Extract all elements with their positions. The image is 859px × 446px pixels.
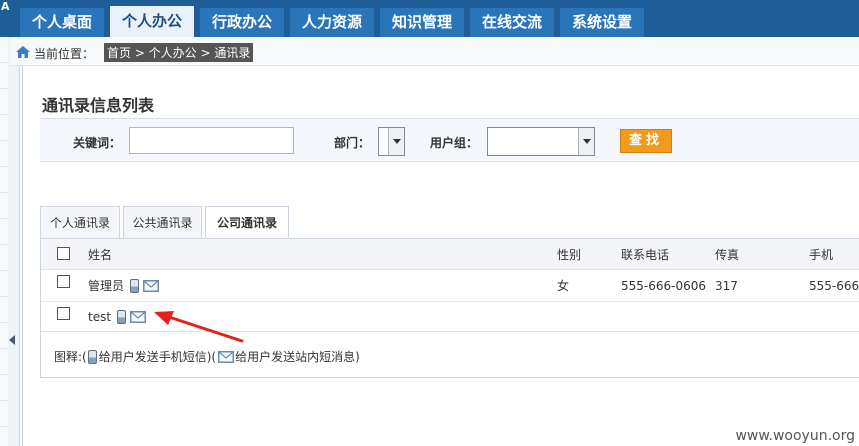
header-fax: 传真 xyxy=(715,247,740,262)
home-icon[interactable] xyxy=(16,46,30,58)
watermark: www.wooyun.org xyxy=(735,428,855,444)
chevron-down-icon xyxy=(578,128,594,155)
breadcrumb-path[interactable]: 首页 > 个人办公 > 通讯录 xyxy=(104,43,254,62)
nav-tab-online-chat[interactable]: 在线交流 xyxy=(470,8,554,37)
header-phone: 联系电话 xyxy=(621,247,670,262)
envelope-icon[interactable] xyxy=(143,279,160,292)
gender-cell: 女 xyxy=(557,279,570,293)
nav-corner: A xyxy=(0,0,18,37)
mobile-phone-icon[interactable] xyxy=(130,278,140,293)
nav-tab-personal-office[interactable]: 个人办公 xyxy=(110,6,194,37)
search-bar: 关键词： 部门： 用户组： 查找 xyxy=(40,118,859,162)
row-checkbox[interactable] xyxy=(57,307,70,320)
nav-tab-knowledge[interactable]: 知识管理 xyxy=(380,8,464,37)
legend-text: 图释:( 给用户发送手机短信) ( 给用户发送站内短消息) xyxy=(54,348,360,365)
phone-cell: 555-666-0606 xyxy=(621,278,707,293)
contact-name[interactable]: 管理员 xyxy=(88,277,124,294)
legend-msg-text: 给用户发送站内短消息) xyxy=(235,350,360,364)
left-sidebar-rows xyxy=(0,37,8,446)
nav-tab-system-settings[interactable]: 系统设置 xyxy=(560,8,644,37)
department-select[interactable] xyxy=(378,127,405,156)
page-title: 通讯录信息列表 xyxy=(42,96,155,115)
usergroup-label: 用户组： xyxy=(430,136,479,150)
envelope-icon[interactable] xyxy=(130,310,147,323)
legend-prefix: 图释:( xyxy=(54,350,87,364)
select-all-checkbox[interactable] xyxy=(57,247,70,260)
header-gender: 性别 xyxy=(557,247,582,262)
envelope-icon xyxy=(218,350,235,363)
header-mobile: 手机 xyxy=(809,247,834,262)
left-sidebar-strip xyxy=(0,37,20,446)
table-row: 管理员 女 555-666-0606 317 555-666- xyxy=(41,270,859,302)
tab-public-contacts[interactable]: 公共通讯录 xyxy=(123,206,202,238)
department-label: 部门： xyxy=(334,136,371,150)
legend-sms-text: 给用户发送手机短信) xyxy=(98,350,212,364)
mobile-cell: 555-666- xyxy=(809,278,859,293)
annotation-arrow-icon xyxy=(154,311,244,343)
corner-letter: A xyxy=(1,0,10,13)
keyword-label: 关键词： xyxy=(73,136,122,150)
contact-name-cell: 管理员 xyxy=(88,270,160,301)
tab-personal-contacts[interactable]: 个人通讯录 xyxy=(40,206,120,238)
main-panel: 通讯录信息列表 关键词： 部门： 用户组： 查找 个人通讯录 公共通讯录 公司通… xyxy=(22,66,859,446)
keyword-input[interactable] xyxy=(129,127,294,154)
mobile-phone-icon[interactable] xyxy=(117,309,127,324)
collapse-arrow-icon[interactable] xyxy=(9,335,15,345)
row-checkbox[interactable] xyxy=(57,275,70,288)
fax-cell: 317 xyxy=(715,278,738,293)
usergroup-select[interactable] xyxy=(487,127,595,156)
contact-name-cell: test xyxy=(88,302,147,331)
nav-tab-hr[interactable]: 人力资源 xyxy=(290,8,374,37)
tab-company-contacts[interactable]: 公司通讯录 xyxy=(205,206,289,239)
nav-tab-personal-desktop[interactable]: 个人桌面 xyxy=(20,8,104,37)
chevron-down-icon xyxy=(388,128,404,155)
top-nav-bar: A 个人桌面 个人办公 行政办公 人力资源 知识管理 在线交流 系统设置 xyxy=(0,0,859,37)
nav-tab-admin-office[interactable]: 行政办公 xyxy=(200,8,284,37)
mobile-phone-icon xyxy=(87,349,97,364)
header-name: 姓名 xyxy=(88,247,113,262)
legend-open-paren: ( xyxy=(211,349,217,364)
table-header-row: 姓名 性别 联系电话 传真 手机 xyxy=(41,239,859,270)
breadcrumb-label: 当前位置： xyxy=(34,47,95,61)
contact-name[interactable]: test xyxy=(88,310,111,324)
breadcrumb: 当前位置： 首页 > 个人办公 > 通讯录 xyxy=(10,38,859,66)
search-button[interactable]: 查找 xyxy=(620,129,672,153)
